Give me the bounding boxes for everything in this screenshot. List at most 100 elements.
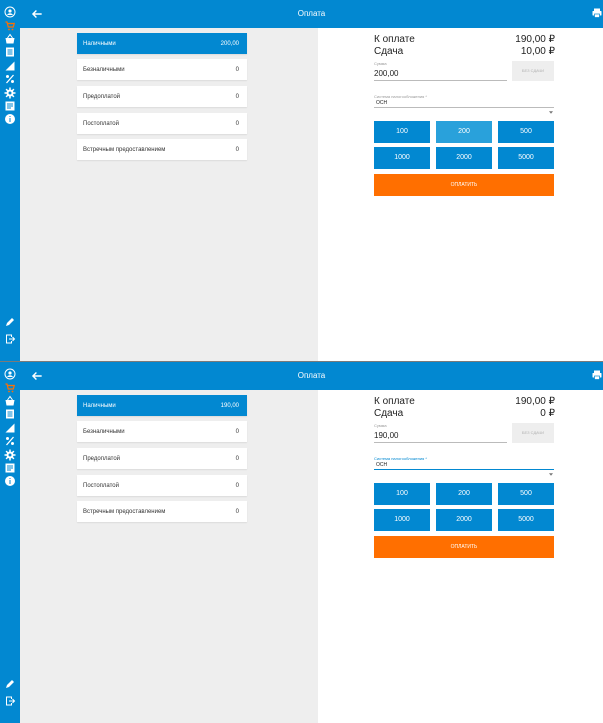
payment-type-label: Встречным предоставлением — [83, 509, 166, 515]
quick-amount-button[interactable]: 500 — [498, 121, 554, 143]
sum-field-label: Сумма — [374, 423, 387, 428]
app-bar: Оплата — [20, 362, 603, 390]
payment-type-amount: 0 — [235, 509, 239, 515]
payment-type-item[interactable]: Постоплатой 0 — [77, 113, 247, 134]
list-icon[interactable] — [4, 408, 16, 420]
payment-type-item[interactable]: Безналичными 0 — [77, 421, 247, 442]
payment-type-label: Наличными — [83, 41, 116, 47]
payment-type-label: Наличными — [83, 403, 116, 409]
change-value: 10,00 ₽ — [520, 46, 555, 57]
quick-amount-button[interactable]: 1000 — [374, 509, 430, 531]
edit-icon[interactable] — [4, 678, 16, 690]
receipt-icon[interactable] — [4, 60, 16, 72]
amount-due-label: К оплате — [374, 34, 415, 45]
change-value: 0 ₽ — [540, 408, 555, 419]
payment-type-item[interactable]: Постоплатой 0 — [77, 475, 247, 496]
amount-due-label: К оплате — [374, 396, 415, 407]
quick-amount-button[interactable]: 2000 — [436, 509, 492, 531]
payment-screen-2: Оплата Наличными 190,00 Безналичными 0 Предоп… — [0, 362, 603, 723]
amount-due-value: 190,00 ₽ — [515, 396, 555, 407]
info-icon[interactable] — [4, 475, 16, 487]
printer-icon[interactable] — [591, 369, 603, 381]
percent-icon[interactable] — [4, 73, 16, 85]
settings-icon[interactable] — [4, 449, 16, 461]
no-change-button[interactable]: БЕЗ СДАЧИ — [512, 423, 554, 443]
payment-screen-1: Оплата Наличными 200,00 Безналичными 0 Предоп… — [0, 0, 603, 361]
payment-type-amount: 0 — [235, 121, 239, 127]
payment-type-amount: 0 — [235, 429, 239, 435]
tax-system-label: Система налогообложения * — [374, 456, 427, 461]
page-title: Оплата — [297, 9, 326, 18]
amount-due-value: 190,00 ₽ — [515, 34, 555, 45]
logout-icon[interactable] — [4, 695, 16, 707]
payment-type-label: Безналичными — [83, 67, 125, 73]
info-icon[interactable] — [4, 113, 16, 125]
quick-amount-button[interactable]: 1000 — [374, 147, 430, 169]
change-label: Сдача — [374, 46, 404, 57]
dropdown-arrow-icon — [549, 101, 553, 114]
account-circle-icon[interactable] — [4, 6, 16, 18]
logout-icon[interactable] — [4, 333, 16, 345]
pay-button[interactable]: ОПЛАТИТЬ — [374, 174, 554, 196]
payment-type-amount: 0 — [235, 456, 239, 462]
quick-amount-button[interactable]: 5000 — [498, 147, 554, 169]
payment-type-item[interactable]: Встречным предоставлением 0 — [77, 139, 247, 160]
cart-icon[interactable] — [4, 20, 16, 32]
sum-input-underline — [374, 442, 507, 443]
payment-type-label: Предоплатой — [83, 456, 121, 462]
sidebar — [0, 362, 20, 723]
quick-amount-button[interactable]: 200 — [436, 121, 492, 143]
payment-type-label: Предоплатой — [83, 94, 121, 100]
quick-amount-button[interactable]: 2000 — [436, 147, 492, 169]
account-circle-icon[interactable] — [4, 368, 16, 380]
quick-amount-button[interactable]: 500 — [498, 483, 554, 505]
tax-system-underline — [374, 107, 554, 108]
payment-type-item[interactable]: Предоплатой 0 — [77, 448, 247, 469]
edit-icon[interactable] — [4, 316, 16, 328]
printer-icon[interactable] — [591, 7, 603, 19]
quick-amount-button[interactable]: 200 — [436, 483, 492, 505]
basket-icon[interactable] — [4, 33, 16, 45]
payment-type-item[interactable]: Предоплатой 0 — [77, 86, 247, 107]
page-title: Оплата — [297, 371, 326, 380]
payment-type-item[interactable]: Наличными 190,00 — [77, 395, 247, 416]
payment-type-amount: 200,00 — [220, 41, 239, 47]
payment-type-amount: 0 — [235, 147, 239, 153]
payment-type-label: Постоплатой — [83, 483, 119, 489]
payment-type-label: Встречным предоставлением — [83, 147, 166, 153]
payment-type-label: Постоплатой — [83, 121, 119, 127]
quick-amount-button[interactable]: 100 — [374, 483, 430, 505]
cart-icon[interactable] — [4, 382, 16, 394]
sidebar — [0, 0, 20, 361]
payment-type-item[interactable]: Безналичными 0 — [77, 59, 247, 80]
settings-icon[interactable] — [4, 87, 16, 99]
payment-type-amount: 0 — [235, 94, 239, 100]
payment-type-amount: 0 — [235, 483, 239, 489]
no-change-button[interactable]: БЕЗ СДАЧИ — [512, 61, 554, 81]
tax-system-underline — [374, 469, 554, 470]
quick-amount-button[interactable]: 5000 — [498, 509, 554, 531]
basket-icon[interactable] — [4, 395, 16, 407]
tax-system-label: Система налогообложения * — [374, 94, 427, 99]
change-label: Сдача — [374, 408, 404, 419]
payment-type-item[interactable]: Встречным предоставлением 0 — [77, 501, 247, 522]
payment-type-amount: 190,00 — [220, 403, 239, 409]
sum-input-underline — [374, 80, 507, 81]
receipt-icon[interactable] — [4, 422, 16, 434]
dropdown-arrow-icon — [549, 463, 553, 476]
percent-icon[interactable] — [4, 435, 16, 447]
payment-type-amount: 0 — [235, 67, 239, 73]
report-icon[interactable] — [4, 100, 16, 112]
sum-input[interactable]: 190,00 — [374, 431, 398, 440]
tax-system-select[interactable]: ОСН — [376, 462, 387, 468]
payment-type-label: Безналичными — [83, 429, 125, 435]
report-icon[interactable] — [4, 462, 16, 474]
quick-amount-button[interactable]: 100 — [374, 121, 430, 143]
pay-button[interactable]: ОПЛАТИТЬ — [374, 536, 554, 558]
sum-input[interactable]: 200,00 — [374, 69, 398, 78]
sum-field-label: Сумма — [374, 61, 387, 66]
tax-system-select[interactable]: ОСН — [376, 100, 387, 106]
payment-type-item[interactable]: Наличными 200,00 — [77, 33, 247, 54]
app-bar: Оплата — [20, 0, 603, 28]
list-icon[interactable] — [4, 46, 16, 58]
